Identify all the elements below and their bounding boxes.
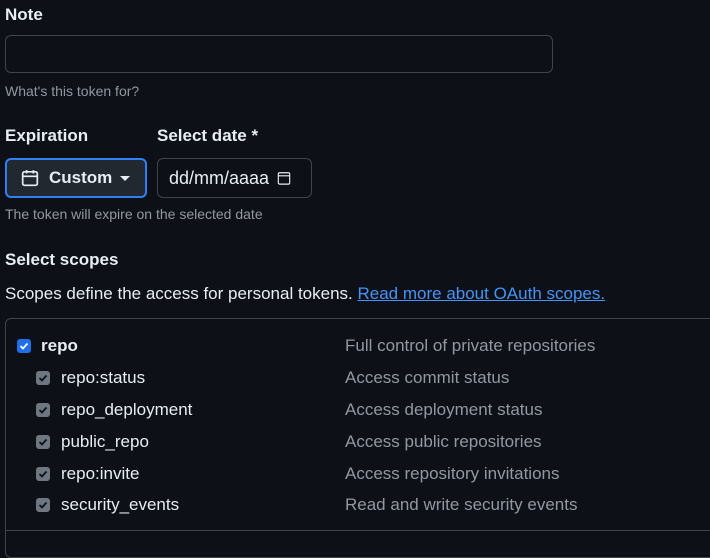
scope-name: repo: [41, 336, 78, 355]
scope-description: Read and write security events: [345, 495, 578, 514]
scope-description: Full control of private repositories: [345, 336, 596, 355]
expiration-selected-value: Custom: [49, 168, 113, 187]
check-icon: [38, 374, 48, 382]
calendar-icon: [21, 170, 39, 187]
scope-checkbox[interactable]: [36, 371, 50, 385]
scope-row-repo-deployment: repo_deployment Access deployment status: [0, 395, 710, 425]
scope-row-public-repo: public_repo Access public repositories: [0, 427, 710, 457]
date-input-placeholder: dd/mm/aaaa: [169, 167, 270, 188]
scope-description: Access deployment status: [345, 400, 543, 419]
note-label: Note: [5, 5, 43, 24]
select-scopes-label: Select scopes: [5, 250, 119, 269]
scope-description: Access repository invitations: [345, 464, 560, 483]
scope-name: repo:invite: [61, 464, 140, 483]
expiration-label: Expiration: [5, 126, 89, 145]
scope-checkbox[interactable]: [17, 339, 31, 353]
expiration-dropdown-button[interactable]: Custom: [5, 158, 147, 198]
scope-checkbox[interactable]: [36, 435, 50, 449]
scope-description: Access public repositories: [345, 432, 542, 451]
select-date-label: Select date *: [157, 126, 259, 145]
scope-row-repo-invite: repo:invite Access repository invitation…: [0, 459, 710, 489]
scope-name: security_events: [61, 495, 180, 514]
scope-row-security-events: security_events Read and write security …: [0, 490, 710, 520]
scope-row-repo-status: repo:status Access commit status: [0, 363, 710, 393]
note-help-text: What's this token for?: [5, 83, 140, 99]
expiration-help-text: The token will expire on the selected da…: [5, 206, 263, 222]
scope-name: repo_deployment: [61, 400, 193, 419]
scope-row-repo: repo Full control of private repositorie…: [0, 331, 710, 361]
check-icon: [38, 438, 48, 446]
scopes-description: Scopes define the access for personal to…: [5, 284, 605, 304]
date-input[interactable]: dd/mm/aaaa: [157, 158, 312, 198]
scope-name: repo:status: [61, 368, 146, 387]
scope-checkbox[interactable]: [36, 498, 50, 512]
caret-down-icon: [120, 175, 131, 181]
scope-checkbox[interactable]: [36, 467, 50, 481]
check-icon: [38, 470, 48, 478]
scope-checkbox[interactable]: [36, 403, 50, 417]
scopes-divider: [5, 530, 710, 531]
scope-name: public_repo: [61, 432, 149, 451]
check-icon: [38, 501, 48, 509]
check-icon: [38, 406, 48, 414]
note-input[interactable]: [5, 35, 553, 73]
check-icon: [19, 342, 29, 350]
oauth-scopes-link[interactable]: Read more about OAuth scopes.: [358, 284, 606, 303]
scopes-description-text: Scopes define the access for personal to…: [5, 284, 353, 303]
calendar-icon[interactable]: [277, 171, 291, 185]
scope-description: Access commit status: [345, 368, 510, 387]
